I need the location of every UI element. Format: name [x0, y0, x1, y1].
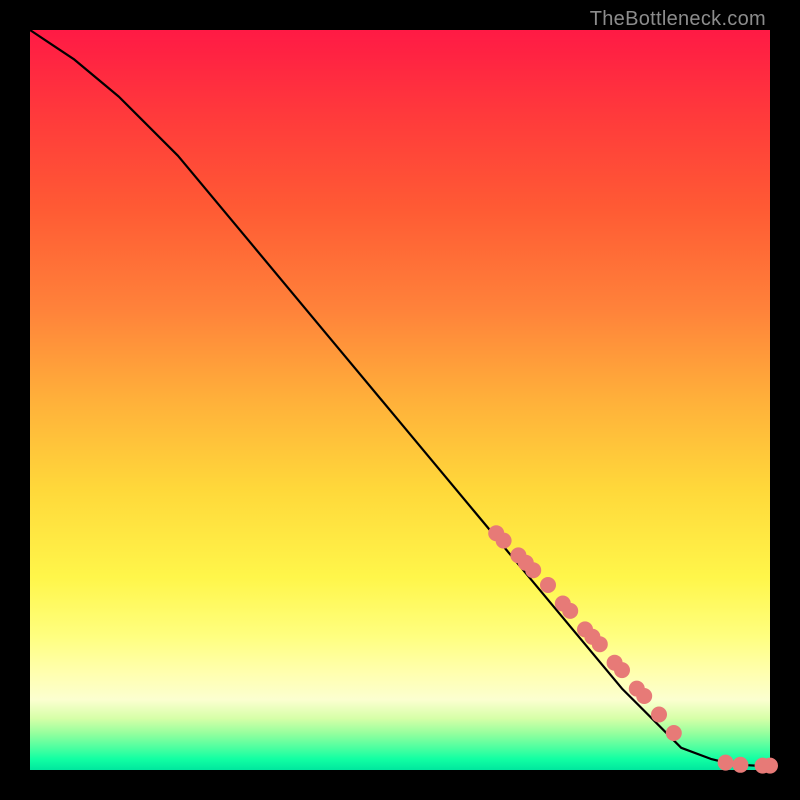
chart-point	[651, 707, 667, 723]
chart-point	[732, 757, 748, 773]
chart-point	[718, 755, 734, 771]
chart-point	[614, 662, 630, 678]
chart-point	[666, 725, 682, 741]
attribution-label: TheBottleneck.com	[590, 8, 766, 31]
chart-point	[525, 562, 541, 578]
chart-point	[496, 533, 512, 549]
chart-point	[762, 758, 778, 774]
chart-point	[540, 577, 556, 593]
chart-plot-area	[30, 30, 770, 770]
chart-line	[30, 30, 770, 766]
chart-point	[592, 636, 608, 652]
chart-point	[562, 603, 578, 619]
chart-point	[636, 688, 652, 704]
chart-overlay	[30, 30, 770, 770]
